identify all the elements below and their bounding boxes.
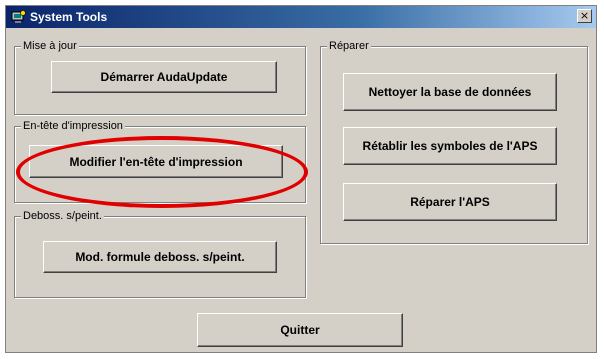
modifier-en-tete-button[interactable]: Modifier l'en-tête d'impression bbox=[29, 145, 283, 178]
group-en-tete: En-tête d'impression Modifier l'en-tête … bbox=[14, 119, 306, 203]
reparer-aps-button[interactable]: Réparer l'APS bbox=[343, 183, 557, 221]
quitter-button[interactable]: Quitter bbox=[197, 313, 403, 347]
close-button[interactable]: × bbox=[577, 9, 592, 23]
system-tools-window: System Tools × Mise à jour Démarrer Auda… bbox=[5, 5, 597, 353]
group-mise-a-jour: Mise à jour Démarrer AudaUpdate bbox=[14, 39, 306, 115]
window-title: System Tools bbox=[30, 10, 108, 24]
nettoyer-base-button[interactable]: Nettoyer la base de données bbox=[343, 73, 557, 111]
group-label-mise-a-jour: Mise à jour bbox=[21, 39, 79, 53]
group-label-deboss: Deboss. s/peint. bbox=[21, 209, 104, 223]
title-bar: System Tools × bbox=[6, 6, 596, 28]
group-reparer: Réparer Nettoyer la base de données Réta… bbox=[320, 39, 588, 244]
demarrer-audaupdate-button[interactable]: Démarrer AudaUpdate bbox=[51, 61, 277, 93]
group-label-reparer: Réparer bbox=[327, 39, 371, 53]
group-label-en-tete: En-tête d'impression bbox=[21, 119, 125, 133]
computer-tools-icon bbox=[11, 10, 26, 23]
mod-formule-deboss-button[interactable]: Mod. formule deboss. s/peint. bbox=[43, 241, 277, 273]
retablir-symboles-button[interactable]: Rétablir les symboles de l'APS bbox=[343, 127, 557, 165]
group-deboss: Deboss. s/peint. Mod. formule deboss. s/… bbox=[14, 209, 306, 298]
